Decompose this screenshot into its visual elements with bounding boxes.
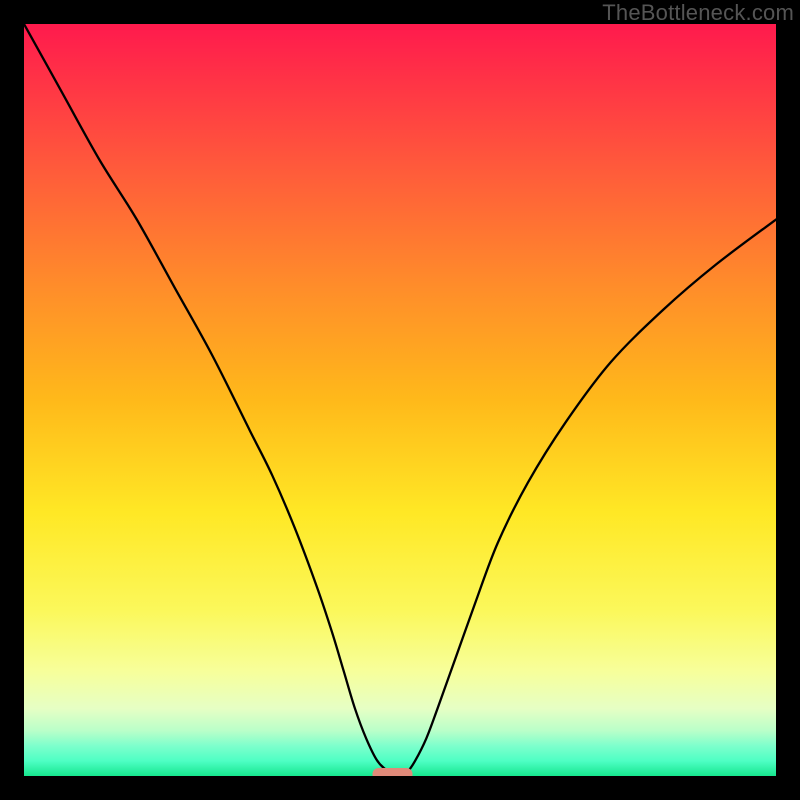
minimum-marker: [373, 768, 413, 776]
watermark-text: TheBottleneck.com: [602, 0, 794, 26]
bottleneck-curve: [24, 24, 776, 775]
plot-area: [24, 24, 776, 776]
curve-layer: [24, 24, 776, 776]
